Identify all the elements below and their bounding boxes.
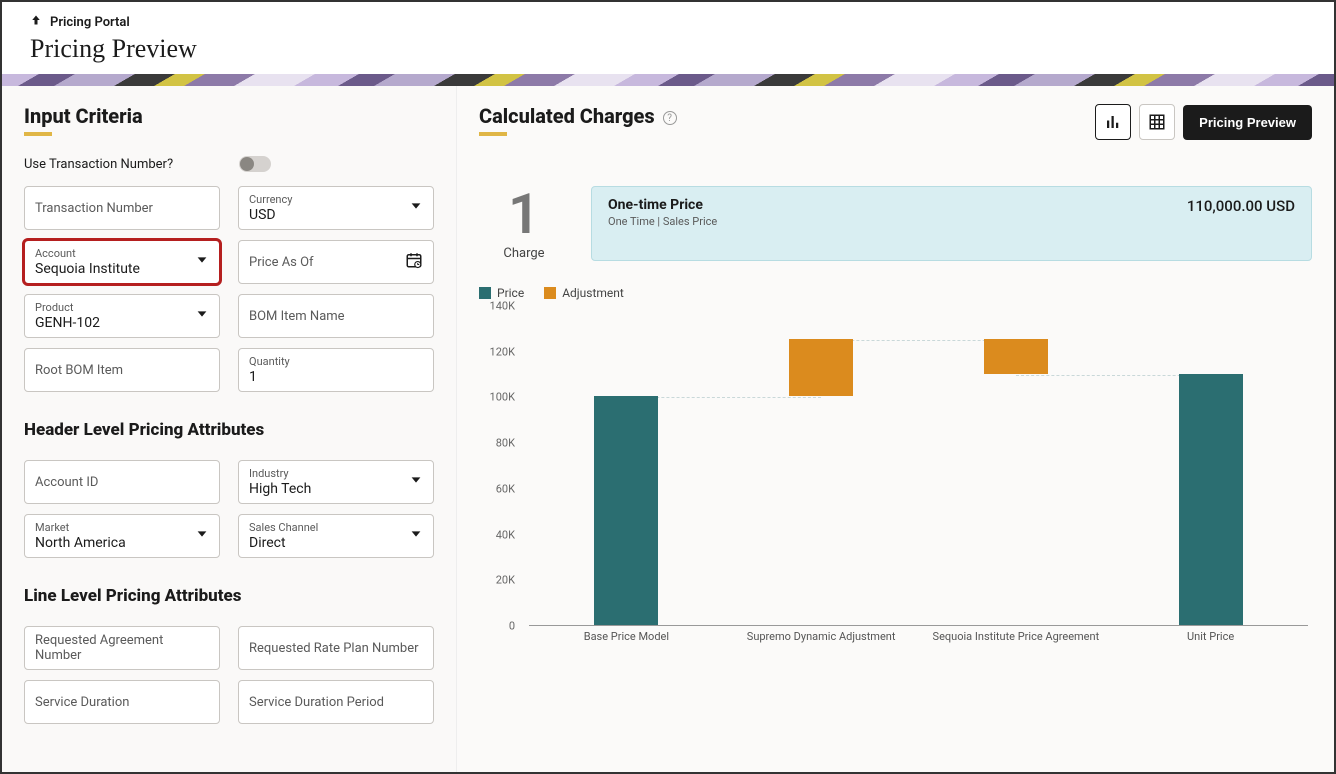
- chevron-down-icon: [195, 307, 209, 325]
- use-transaction-number-toggle[interactable]: [239, 156, 271, 172]
- price-bar: [1179, 374, 1243, 625]
- y-tick: 140K: [490, 300, 515, 313]
- chevron-down-icon: [195, 253, 209, 271]
- currency-value: USD: [249, 207, 423, 223]
- adjustment-bar: [984, 339, 1048, 373]
- charge-card-amount: 110,000.00 USD: [1187, 197, 1295, 215]
- sales-channel-select[interactable]: Sales Channel Direct: [238, 514, 434, 558]
- price-bar: [594, 396, 658, 625]
- sales-channel-value: Direct: [249, 535, 423, 551]
- service-duration-period-placeholder: Service Duration Period: [249, 695, 423, 710]
- price-swatch: [479, 287, 491, 299]
- y-tick: 40K: [496, 528, 515, 541]
- arrow-up-icon: [30, 14, 42, 30]
- x-label: Unit Price: [1187, 630, 1234, 643]
- help-icon[interactable]: ?: [663, 111, 677, 125]
- account-value: Sequoia Institute: [35, 261, 209, 277]
- breadcrumb[interactable]: Pricing Portal: [30, 14, 1306, 30]
- x-label: Supremo Dynamic Adjustment: [747, 630, 896, 643]
- transaction-number-field[interactable]: Transaction Number: [24, 186, 220, 230]
- pricing-preview-button[interactable]: Pricing Preview: [1183, 105, 1312, 140]
- price-as-of-placeholder: Price As Of: [249, 255, 423, 270]
- sales-channel-label: Sales Channel: [249, 521, 423, 534]
- requested-rate-plan-number-field[interactable]: Requested Rate Plan Number: [238, 626, 434, 670]
- charge-card-subtitle: One Time | Sales Price: [608, 215, 717, 228]
- y-tick: 120K: [490, 345, 515, 358]
- header-attrs-title: Header Level Pricing Attributes: [24, 420, 434, 440]
- service-duration-field[interactable]: Service Duration: [24, 680, 220, 724]
- input-criteria-panel: Input Criteria Use Transaction Number? T…: [2, 86, 457, 774]
- bom-item-name-placeholder: BOM Item Name: [249, 309, 423, 324]
- breadcrumb-label: Pricing Portal: [50, 15, 130, 30]
- legend-adjustment: Adjustment: [544, 286, 624, 300]
- industry-label: Industry: [249, 467, 423, 480]
- charge-count: 1 Charge: [479, 186, 569, 261]
- service-duration-period-field[interactable]: Service Duration Period: [238, 680, 434, 724]
- quantity-field[interactable]: Quantity 1: [238, 348, 434, 392]
- quantity-value: 1: [249, 369, 423, 385]
- requested-rate-plan-number-placeholder: Requested Rate Plan Number: [249, 641, 423, 656]
- chart-view-button[interactable]: [1095, 104, 1131, 140]
- adjustment-bar: [789, 339, 853, 396]
- waterfall-chart: 020K40K60K80K100K120K140K Base Price Mod…: [479, 306, 1312, 646]
- requested-agreement-number-field[interactable]: Requested Agreement Number: [24, 626, 220, 670]
- root-bom-item-field[interactable]: Root BOM Item: [24, 348, 220, 392]
- chevron-down-icon: [195, 527, 209, 545]
- adjustment-swatch: [544, 287, 556, 299]
- market-select[interactable]: Market North America: [24, 514, 220, 558]
- legend-price-label: Price: [497, 286, 524, 300]
- chevron-down-icon: [409, 473, 423, 491]
- chevron-down-icon: [409, 199, 423, 217]
- bom-item-name-field[interactable]: BOM Item Name: [238, 294, 434, 338]
- market-value: North America: [35, 535, 209, 551]
- transaction-number-placeholder: Transaction Number: [35, 201, 209, 216]
- use-transaction-number-label: Use Transaction Number?: [24, 157, 173, 172]
- market-label: Market: [35, 521, 209, 534]
- calculated-charges-title: Calculated Charges: [479, 104, 655, 128]
- charge-count-label: Charge: [479, 246, 569, 261]
- x-label: Sequoia Institute Price Agreement: [933, 630, 1100, 643]
- industry-select[interactable]: Industry High Tech: [238, 460, 434, 504]
- currency-select[interactable]: Currency USD: [238, 186, 434, 230]
- calendar-icon: [405, 251, 423, 273]
- table-view-button[interactable]: [1139, 104, 1175, 140]
- root-bom-item-placeholder: Root BOM Item: [35, 363, 209, 378]
- product-value: GENH-102: [35, 315, 209, 331]
- service-duration-placeholder: Service Duration: [35, 695, 209, 710]
- account-select[interactable]: Account Sequoia Institute: [24, 240, 220, 284]
- legend-adjustment-label: Adjustment: [562, 286, 624, 300]
- decorative-stripe: [2, 74, 1334, 86]
- charge-card-title: One-time Price: [608, 197, 717, 213]
- quantity-label: Quantity: [249, 355, 423, 368]
- legend-price: Price: [479, 286, 524, 300]
- chart-legend: Price Adjustment: [479, 286, 1312, 300]
- charge-count-number: 1: [479, 186, 569, 242]
- charge-card[interactable]: One-time Price One Time | Sales Price 11…: [591, 186, 1312, 261]
- industry-value: High Tech: [249, 481, 423, 497]
- chevron-down-icon: [409, 527, 423, 545]
- price-as-of-field[interactable]: Price As Of: [238, 240, 434, 284]
- calculated-charges-panel: Calculated Charges ? Pricing Preview: [457, 86, 1334, 774]
- account-id-placeholder: Account ID: [35, 475, 209, 490]
- product-select[interactable]: Product GENH-102: [24, 294, 220, 338]
- account-id-field[interactable]: Account ID: [24, 460, 220, 504]
- account-label: Account: [35, 247, 209, 260]
- y-tick: 100K: [490, 391, 515, 404]
- title-underline: [24, 132, 52, 136]
- title-underline: [479, 132, 507, 136]
- line-attrs-title: Line Level Pricing Attributes: [24, 586, 434, 606]
- product-label: Product: [35, 301, 209, 314]
- currency-label: Currency: [249, 193, 423, 206]
- y-tick: 20K: [496, 574, 515, 587]
- page-title: Pricing Preview: [30, 34, 1306, 64]
- x-label: Base Price Model: [584, 630, 669, 643]
- y-tick: 0: [509, 620, 515, 633]
- y-tick: 80K: [496, 437, 515, 450]
- y-tick: 60K: [496, 482, 515, 495]
- input-criteria-title: Input Criteria: [24, 104, 434, 128]
- requested-agreement-number-placeholder: Requested Agreement Number: [35, 633, 209, 663]
